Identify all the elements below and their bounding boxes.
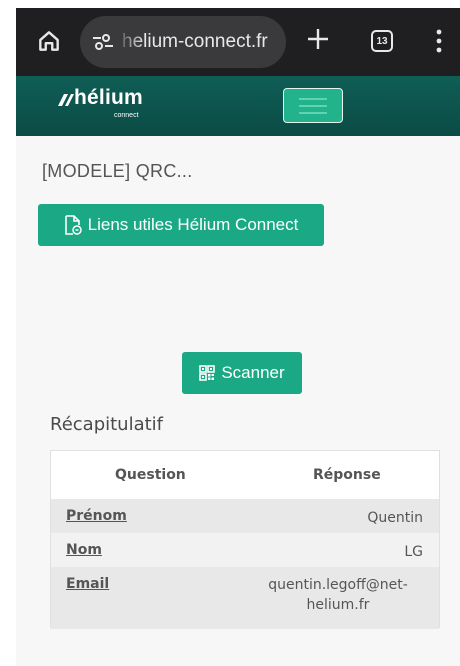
row-question[interactable]: Prénom bbox=[66, 508, 127, 524]
page-content: [MODELE] QRC... Liens utiles Hélium Conn… bbox=[16, 136, 460, 666]
scan-button[interactable]: Scanner bbox=[182, 352, 302, 394]
links-button-label: Liens utiles Hélium Connect bbox=[87, 215, 299, 234]
table-row: Email quentin.legoff@net-helium.fr bbox=[51, 567, 439, 629]
hamburger-icon[interactable] bbox=[283, 88, 343, 123]
table-row: Nom LG bbox=[51, 533, 439, 567]
more-vert-icon[interactable] bbox=[436, 29, 442, 53]
table-header: Question Réponse bbox=[51, 451, 439, 499]
tab-count: 13 bbox=[376, 35, 388, 47]
column-header-answer: Réponse bbox=[313, 467, 381, 483]
site-header: hélium connect bbox=[16, 76, 460, 136]
home-icon[interactable] bbox=[36, 28, 62, 54]
logo-sub: connect bbox=[114, 112, 139, 119]
url-text: helium-connect.fr bbox=[122, 31, 268, 52]
row-question[interactable]: Email bbox=[66, 576, 109, 592]
tabs-icon[interactable]: 13 bbox=[371, 30, 393, 52]
document-link-icon bbox=[64, 215, 82, 235]
links-button[interactable]: Liens utiles Hélium Connect bbox=[38, 204, 324, 246]
summary-table: Question Réponse Prénom Quentin Nom LG E… bbox=[50, 450, 440, 629]
qr-code-icon bbox=[199, 365, 216, 381]
row-answer: LG bbox=[404, 544, 423, 560]
scan-button-label: Scanner bbox=[221, 363, 285, 382]
row-answer: Quentin bbox=[367, 510, 423, 526]
address-bar[interactable]: helium-connect.fr bbox=[80, 16, 286, 68]
row-question[interactable]: Nom bbox=[66, 542, 102, 558]
row-answer: quentin.legoff@net-helium.fr bbox=[268, 577, 408, 613]
logo-mark-icon bbox=[58, 94, 74, 106]
page-title: [MODELE] QRC... bbox=[42, 161, 193, 181]
browser-toolbar: helium-connect.fr 13 bbox=[16, 8, 460, 76]
table-row: Prénom Quentin bbox=[51, 499, 439, 533]
logo-word: hélium bbox=[74, 86, 143, 109]
plus-icon[interactable] bbox=[306, 27, 330, 51]
tune-icon[interactable] bbox=[92, 33, 114, 51]
section-title: Récapitulatif bbox=[50, 414, 164, 435]
column-header-question: Question bbox=[115, 467, 186, 483]
